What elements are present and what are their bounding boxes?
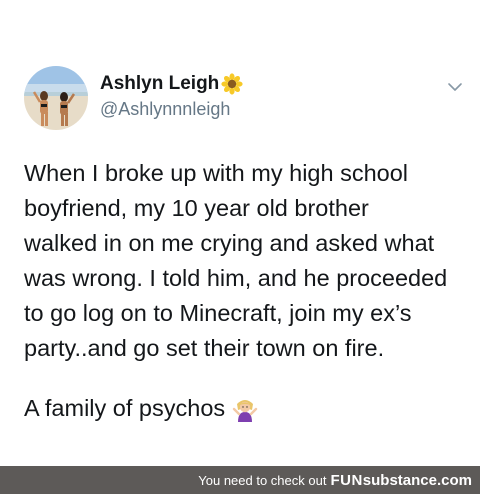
tweet-footer-text: A family of psychos xyxy=(24,395,226,421)
avatar-photo xyxy=(24,66,88,130)
display-name[interactable]: Ashlyn Leigh xyxy=(100,73,243,95)
tweet-text-line: walked in on me crying and asked what xyxy=(24,230,435,256)
tweet-card: Ashlyn Leigh @Ashlynnnleigh When I broke… xyxy=(0,0,480,466)
tweet-text-line: was wrong. I told him, and he proceeded xyxy=(24,265,448,291)
tweet-footer-line: A family of psychos xyxy=(24,391,259,426)
watermark-bar: You need to check out FUNsubstance.com xyxy=(0,466,480,494)
watermark-logo-fun: FUN xyxy=(330,471,363,489)
avatar[interactable] xyxy=(24,66,88,130)
tweet-text-line: boyfriend, my 10 year old brother xyxy=(24,195,369,221)
tweet-text-line: party..and go set their town on fire. xyxy=(24,335,385,361)
person-shrugging-icon xyxy=(231,395,259,423)
watermark-text: You need to check out xyxy=(198,472,327,488)
watermark-logo[interactable]: FUNsubstance.com xyxy=(330,472,472,489)
display-name-text: Ashlyn Leigh xyxy=(100,73,220,94)
tweet-text: When I broke up with my high school boyf… xyxy=(24,156,472,366)
tweet-text-line: When I broke up with my high school xyxy=(24,160,409,186)
tweet-text-line: to go log on to Minecraft, join my ex’s xyxy=(24,300,412,326)
user-handle[interactable]: @Ashlynnnleigh xyxy=(100,99,230,120)
chevron-down-icon[interactable] xyxy=(445,80,465,94)
sunflower-icon xyxy=(221,73,243,95)
watermark-logo-rest: substance.com xyxy=(362,471,472,489)
